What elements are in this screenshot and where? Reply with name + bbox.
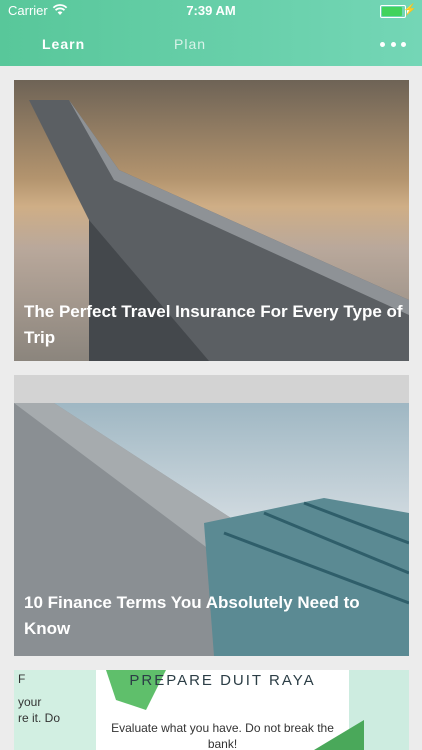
article-card[interactable]: The Perfect Travel Insurance For Every T… — [14, 80, 409, 361]
tab-learn[interactable]: Learn — [42, 36, 85, 52]
poster-body: Evaluate what you have. Do not break the… — [111, 721, 334, 750]
charging-icon: ⚡ — [403, 4, 417, 16]
status-bar: Carrier 7:39 AM ⚡ — [0, 0, 422, 22]
poster-side-letter: F — [18, 672, 26, 686]
status-time: 7:39 AM — [186, 3, 236, 18]
battery-icon — [380, 5, 409, 18]
more-options-icon[interactable] — [380, 34, 406, 54]
app-header: Carrier 7:39 AM ⚡ Learn Plan — [0, 0, 422, 66]
article-card[interactable]: F your re it. Do PREPARE DUIT RAYA Evalu… — [14, 670, 409, 750]
article-title: The Perfect Travel Insurance For Every T… — [24, 302, 403, 347]
poster-image: F your re it. Do PREPARE DUIT RAYA Evalu… — [14, 670, 409, 750]
tab-plan[interactable]: Plan — [174, 36, 206, 52]
article-title: 10 Finance Terms You Absolutely Need to … — [24, 593, 360, 638]
poster-side-text: your re it. Do — [18, 695, 61, 725]
top-tabs: Learn Plan — [0, 36, 422, 60]
article-card[interactable]: 10 Finance Terms You Absolutely Need to … — [14, 375, 409, 656]
poster-title: PREPARE DUIT RAYA — [129, 672, 316, 689]
